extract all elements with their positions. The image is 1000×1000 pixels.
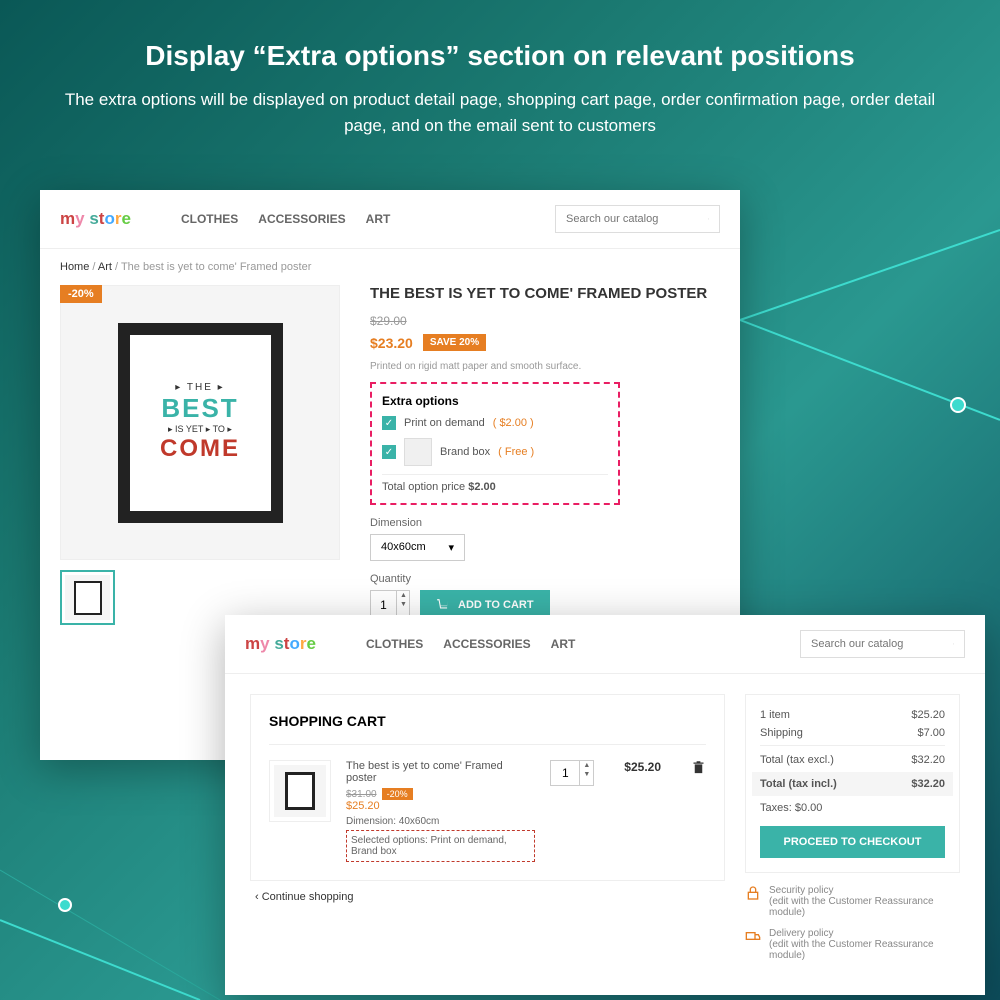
nav-accessories[interactable]: ACCESSORIES — [258, 212, 345, 226]
security-policy-title: Security policy — [769, 885, 960, 896]
summary-taxes: Taxes: $0.00 — [760, 802, 945, 814]
option-price-print: ( $2.00 ) — [493, 417, 534, 429]
discount-badge: -20% — [60, 285, 102, 303]
page-subtitle: The extra options will be displayed on p… — [60, 87, 940, 138]
delivery-policy-sub: (edit with the Customer Reassurance modu… — [769, 939, 960, 961]
search-box[interactable] — [800, 630, 965, 658]
search-input[interactable] — [811, 638, 953, 650]
truck-icon — [745, 928, 761, 944]
product-main-image[interactable]: ▸ THE ▸ BEST ▸ IS YET ▸ TO ▸ COME — [60, 285, 340, 560]
cart-line-price: $25.20 — [609, 760, 676, 862]
nav-art[interactable]: ART — [366, 212, 391, 226]
extra-options-section: Extra options ✓ Print on demand ( $2.00 … — [370, 382, 620, 505]
option-label-print: Print on demand — [404, 417, 485, 429]
nav-clothes[interactable]: CLOTHES — [181, 212, 238, 226]
breadcrumb-art[interactable]: Art — [98, 261, 112, 273]
save-badge: SAVE 20% — [423, 334, 486, 351]
summary-total-incl-label: Total (tax incl.) — [760, 778, 837, 790]
quantity-label: Quantity — [370, 573, 720, 585]
delivery-policy-title: Delivery policy — [769, 928, 960, 939]
product-title: THE BEST IS YET TO COME' FRAMED POSTER — [370, 285, 720, 302]
cart-item-discount: -20% — [382, 788, 413, 800]
nav-accessories[interactable]: ACCESSORIES — [443, 637, 530, 651]
cart-item: The best is yet to come' Framed poster $… — [269, 744, 706, 862]
trash-icon — [691, 760, 706, 775]
summary-total-excl-label: Total (tax excl.) — [760, 754, 834, 766]
cart-page-preview: my store CLOTHES ACCESSORIES ART SHOPPIN… — [225, 615, 985, 995]
cart-item-dimension: Dimension: 40x60cm — [346, 816, 535, 827]
cart-quantity-input[interactable] — [551, 761, 579, 785]
summary-items-value: $25.20 — [911, 709, 945, 721]
checkout-button[interactable]: PROCEED TO CHECKOUT — [760, 826, 945, 858]
option-image-brandbox — [404, 438, 432, 466]
option-checkbox-brandbox[interactable]: ✓ — [382, 445, 396, 459]
product-thumbnail[interactable] — [60, 570, 115, 625]
search-input[interactable] — [566, 213, 708, 225]
breadcrumb-home[interactable]: Home — [60, 261, 89, 273]
cart-icon — [436, 598, 450, 612]
product-old-price: $29.00 — [370, 314, 720, 328]
store-logo[interactable]: my store — [245, 634, 316, 654]
lock-icon — [745, 885, 761, 901]
cart-title: SHOPPING CART — [269, 713, 706, 729]
extra-options-title: Extra options — [382, 394, 608, 408]
security-policy-sub: (edit with the Customer Reassurance modu… — [769, 896, 960, 918]
search-icon — [708, 212, 709, 226]
cart-item-price: $25.20 — [346, 800, 535, 812]
dimension-select[interactable]: 40x60cm ▾ — [370, 534, 465, 561]
search-box[interactable] — [555, 205, 720, 233]
option-checkbox-print[interactable]: ✓ — [382, 416, 396, 430]
breadcrumb-current: The best is yet to come' Framed poster — [121, 261, 311, 273]
option-price-brandbox: ( Free ) — [498, 446, 534, 458]
dimension-label: Dimension — [370, 517, 720, 529]
continue-shopping-link[interactable]: ‹ Continue shopping — [250, 881, 725, 903]
summary-total-excl-value: $32.20 — [911, 754, 945, 766]
store-logo[interactable]: my store — [60, 209, 131, 229]
summary-shipping-label: Shipping — [760, 727, 803, 739]
summary-total-incl-value: $32.20 — [911, 778, 945, 790]
cart-selected-options: Selected options: Print on demand, Brand… — [346, 830, 535, 862]
qty-down-icon[interactable]: ▼ — [397, 600, 410, 609]
search-icon — [953, 637, 954, 651]
product-description: Printed on rigid matt paper and smooth s… — [370, 361, 720, 372]
remove-item-button[interactable] — [691, 760, 706, 862]
breadcrumb: Home / Art / The best is yet to come' Fr… — [40, 249, 740, 285]
qty-down-icon[interactable]: ▼ — [580, 770, 593, 779]
qty-up-icon[interactable]: ▲ — [397, 591, 410, 600]
product-price: $23.20 — [370, 335, 413, 351]
cart-quantity-stepper[interactable]: ▲▼ — [550, 760, 594, 786]
total-option-price: Total option price $2.00 — [382, 474, 608, 493]
nav-art[interactable]: ART — [551, 637, 576, 651]
cart-item-name[interactable]: The best is yet to come' Framed poster — [346, 760, 535, 784]
qty-up-icon[interactable]: ▲ — [580, 761, 593, 770]
summary-shipping-value: $7.00 — [917, 727, 945, 739]
chevron-down-icon: ▾ — [448, 541, 454, 554]
cart-item-image[interactable] — [269, 760, 331, 822]
page-title: Display “Extra options” section on relev… — [60, 40, 940, 72]
nav-clothes[interactable]: CLOTHES — [366, 637, 423, 651]
cart-item-old-price: $31.00 — [346, 789, 377, 800]
summary-items-label: 1 item — [760, 709, 790, 721]
option-label-brandbox: Brand box — [440, 446, 490, 458]
